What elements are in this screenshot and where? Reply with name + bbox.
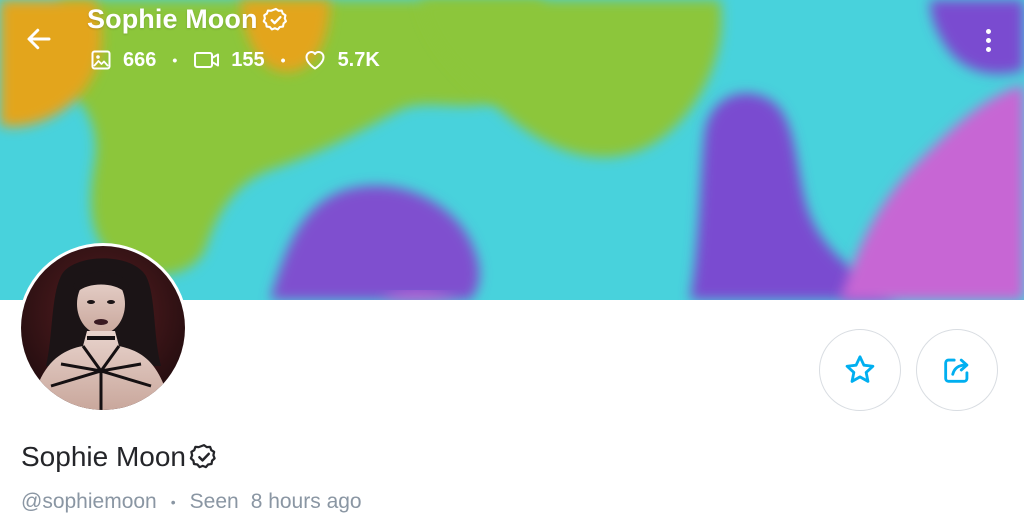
meta-separator: • (170, 494, 176, 510)
back-button[interactable] (18, 18, 60, 60)
header-title: Sophie Moon (87, 4, 290, 35)
videos-count-value: 155 (231, 48, 265, 71)
profile-meta: @sophiemoon • Seen 8 hours ago (21, 490, 362, 514)
share-button[interactable] (916, 329, 998, 411)
favorite-button[interactable] (819, 329, 901, 411)
last-seen-time: 8 hours ago (250, 490, 362, 513)
video-camera-icon (194, 52, 220, 68)
more-vertical-icon-dot (985, 46, 991, 52)
profile-name: Sophie Moon (21, 441, 219, 473)
verified-badge-icon (262, 6, 290, 34)
videos-count: 155 (193, 48, 265, 72)
header-stats: 666 • 155 • 5.7K (89, 48, 380, 72)
arrow-left-icon (27, 28, 51, 50)
photos-count-value: 666 (123, 48, 157, 71)
likes-count-value: 5.7K (337, 48, 380, 71)
profile-name-text: Sophie Moon (21, 441, 187, 472)
verified-badge-icon (189, 442, 219, 472)
heart-icon (305, 51, 325, 70)
top-bar: Sophie Moon 666 • 155 • 5.7K (0, 0, 1024, 80)
stats-separator: • (280, 52, 286, 68)
more-vertical-icon-dot (985, 28, 991, 34)
stats-separator: • (172, 52, 178, 68)
likes-count: 5.7K (302, 48, 380, 72)
last-seen-label: Seen (189, 490, 239, 513)
more-options-button[interactable] (972, 22, 1004, 58)
avatar[interactable] (18, 243, 188, 413)
star-icon (845, 355, 875, 383)
image-icon (91, 50, 111, 70)
avatar-image (21, 246, 185, 410)
photos-count: 666 (89, 48, 156, 72)
username[interactable]: @sophiemoon (21, 490, 157, 514)
more-vertical-icon-dot (985, 37, 991, 43)
header-title-text: Sophie Moon (87, 4, 258, 34)
share-icon (944, 358, 969, 383)
